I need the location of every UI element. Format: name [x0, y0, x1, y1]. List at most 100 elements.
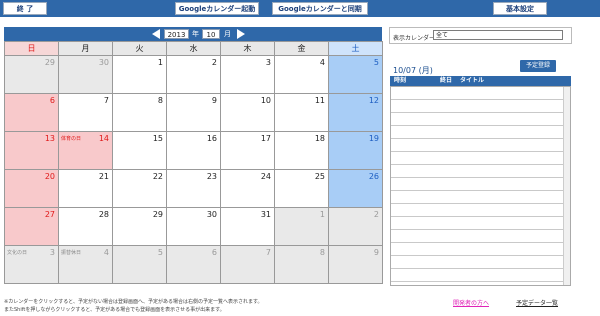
calendar-day-cell[interactable]: 1	[113, 56, 167, 94]
settings-button[interactable]: 基本設定	[493, 2, 547, 15]
calendar-day-cell[interactable]: 4 振替休日	[59, 246, 113, 284]
calendar-day-cell[interactable]: 9	[167, 94, 221, 132]
schedule-row[interactable]	[391, 87, 570, 100]
day-number: 30	[98, 58, 109, 67]
calendar-header: 2013 年 10 月	[4, 27, 382, 41]
day-number: 10	[260, 96, 271, 105]
calendar-grid: 日月火水木金土 29 30 1 2 3 4 5 6 7 8 9 10 11 12 13 14 体育の日 15 16 17…	[4, 41, 383, 284]
day-number: 6	[49, 96, 55, 105]
calendar-day-cell[interactable]: 31	[221, 208, 275, 246]
calendar-day-cell[interactable]: 14 体育の日	[59, 132, 113, 170]
sync-google-calendar-button[interactable]: Googleカレンダーと同期	[272, 2, 368, 15]
calendar-day-cell[interactable]: 3	[221, 56, 275, 94]
schedule-row[interactable]	[391, 178, 570, 191]
calendar-day-cell[interactable]: 29	[5, 56, 59, 94]
schedule-row[interactable]	[391, 256, 570, 269]
schedule-data-list-link[interactable]: 予定データ一覧	[516, 298, 558, 307]
calendar-day-cell[interactable]: 24	[221, 170, 275, 208]
schedule-row[interactable]	[391, 243, 570, 256]
schedule-row[interactable]	[391, 139, 570, 152]
top-toolbar: 終 了 Googleカレンダー起動 Googleカレンダーと同期 基本設定	[0, 0, 600, 17]
schedule-row[interactable]	[391, 217, 570, 230]
month-suffix: 月	[224, 30, 231, 38]
calendar-day-cell[interactable]: 6	[167, 246, 221, 284]
calendar-day-cell[interactable]: 25	[275, 170, 329, 208]
day-number: 1	[157, 58, 163, 67]
weekday-6: 土	[329, 42, 383, 56]
calendar-day-cell[interactable]: 19	[329, 132, 383, 170]
schedule-row[interactable]	[391, 100, 570, 113]
calendar-day-cell[interactable]: 18	[275, 132, 329, 170]
calendar-day-cell[interactable]: 6	[5, 94, 59, 132]
day-number: 5	[373, 58, 379, 67]
calendar-day-cell[interactable]: 29	[113, 208, 167, 246]
calendar-week-row: 20 21 22 23 24 25 26	[5, 170, 383, 208]
day-number: 30	[206, 210, 217, 219]
calendar-day-cell[interactable]: 12	[329, 94, 383, 132]
calendar-day-cell[interactable]: 27	[5, 208, 59, 246]
day-number: 2	[373, 210, 379, 219]
calendar-day-cell[interactable]: 8	[113, 94, 167, 132]
day-number: 6	[211, 248, 217, 257]
selected-date-label: 10/07 (月)	[393, 66, 433, 75]
calendar-day-cell[interactable]: 28	[59, 208, 113, 246]
calendar-day-cell[interactable]: 5	[329, 56, 383, 94]
calendar-day-cell[interactable]: 11	[275, 94, 329, 132]
schedule-row[interactable]	[391, 269, 570, 282]
calendar-day-cell[interactable]: 22	[113, 170, 167, 208]
day-number: 13	[44, 134, 55, 143]
calendar-day-cell[interactable]: 10	[221, 94, 275, 132]
schedule-row[interactable]	[391, 152, 570, 165]
calendar-day-cell[interactable]: 30	[167, 208, 221, 246]
calendar-day-cell[interactable]: 8	[275, 246, 329, 284]
calendar-day-cell[interactable]: 23	[167, 170, 221, 208]
day-number: 2	[211, 58, 217, 67]
schedule-row[interactable]	[391, 113, 570, 126]
footer-note-2: またShiftを押しながらクリックすると、予定がある場合でも登録画面を表示させる…	[4, 307, 225, 313]
calendar-day-cell[interactable]: 13	[5, 132, 59, 170]
calendar-day-cell[interactable]: 26	[329, 170, 383, 208]
calendar-day-cell[interactable]: 2	[329, 208, 383, 246]
schedule-row[interactable]	[391, 204, 570, 217]
day-number: 8	[319, 248, 325, 257]
launch-google-calendar-button[interactable]: Googleカレンダー起動	[175, 2, 259, 15]
add-schedule-button[interactable]: 予定登録	[520, 60, 556, 72]
end-button[interactable]: 終 了	[3, 2, 47, 15]
calendar-day-cell[interactable]: 9	[329, 246, 383, 284]
calendar-day-cell[interactable]: 4	[275, 56, 329, 94]
calendar-day-cell[interactable]: 7	[59, 94, 113, 132]
calendar-day-cell[interactable]: 21	[59, 170, 113, 208]
schedule-row[interactable]	[391, 191, 570, 204]
display-calendar-select[interactable]: 全て	[433, 30, 563, 40]
calendar-day-cell[interactable]: 20	[5, 170, 59, 208]
calendar-day-cell[interactable]: 2	[167, 56, 221, 94]
weekday-0: 日	[5, 42, 59, 56]
month-input[interactable]: 10	[202, 29, 220, 39]
day-number: 25	[314, 172, 325, 181]
weekday-3: 水	[167, 42, 221, 56]
calendar-day-cell[interactable]: 15	[113, 132, 167, 170]
calendar-day-cell[interactable]: 5	[113, 246, 167, 284]
day-number: 3	[265, 58, 271, 67]
developer-link[interactable]: 開発者の方へ	[453, 298, 489, 307]
schedule-header: 時刻 終日 タイトル	[390, 76, 571, 86]
schedule-scrollbar[interactable]	[563, 87, 570, 285]
calendar-day-cell[interactable]: 17	[221, 132, 275, 170]
year-input[interactable]: 2013	[164, 29, 189, 39]
calendar-day-cell[interactable]: 7	[221, 246, 275, 284]
weekday-5: 金	[275, 42, 329, 56]
prev-month-arrow-icon[interactable]	[152, 29, 160, 39]
day-number: 14	[98, 134, 109, 143]
calendar-week-row: 3 文化の日 4 振替休日 5 6 7 8 9	[5, 246, 383, 284]
calendar-day-cell[interactable]: 1	[275, 208, 329, 246]
day-number: 27	[44, 210, 55, 219]
schedule-list[interactable]	[390, 86, 571, 286]
schedule-row[interactable]	[391, 165, 570, 178]
next-month-arrow-icon[interactable]	[237, 29, 245, 39]
schedule-row[interactable]	[391, 126, 570, 139]
day-number: 26	[368, 172, 379, 181]
calendar-day-cell[interactable]: 3 文化の日	[5, 246, 59, 284]
schedule-row[interactable]	[391, 230, 570, 243]
calendar-day-cell[interactable]: 30	[59, 56, 113, 94]
calendar-day-cell[interactable]: 16	[167, 132, 221, 170]
